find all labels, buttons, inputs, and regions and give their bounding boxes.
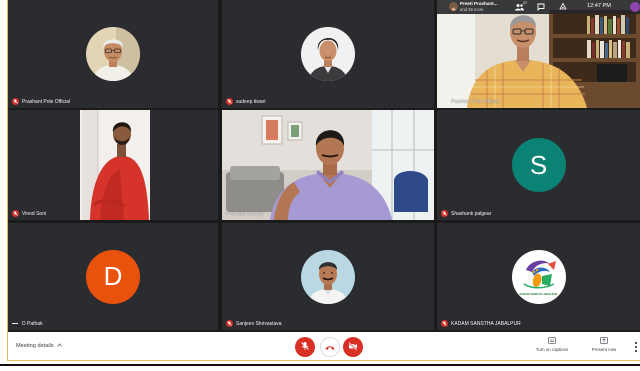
participants-more[interactable]: and 36 more xyxy=(460,7,484,12)
participant-label: Prashant Pole Official xyxy=(12,98,70,105)
participant-avatar xyxy=(301,27,355,81)
meeting-clock: 12:47 PM xyxy=(587,3,611,9)
mic-off-icon xyxy=(441,320,448,327)
leave-call-button[interactable] xyxy=(320,337,340,357)
organization-logo: KADAM SANSTHA JABALPUR xyxy=(511,249,566,304)
participant-label: sudeep tiwari xyxy=(226,98,265,105)
participant-name: KADAM SANSTHA JABALPUR xyxy=(451,320,521,327)
mic-off-icon xyxy=(226,98,233,105)
camera-toggle-button[interactable] xyxy=(343,337,363,357)
participant-tile: Sanjeev Shrivastava xyxy=(222,223,434,330)
participant-label: Prashant pandey xyxy=(226,210,264,217)
present-icon xyxy=(600,337,608,345)
participants-names[interactable]: Preeti Prashant... xyxy=(460,1,498,6)
present-now-button[interactable]: Present now xyxy=(586,337,622,352)
participant-name: D Pathak xyxy=(22,320,43,327)
captions-label: Turn on captions xyxy=(535,347,569,352)
participant-tile: D D Pathak xyxy=(8,223,218,330)
captions-button[interactable]: Turn on captions xyxy=(532,337,572,352)
participant-label: Prashant Pole Official xyxy=(441,98,499,105)
participant-name: Shashank palgear xyxy=(451,210,492,217)
mic-off-icon xyxy=(12,98,19,105)
participant-count: 37 xyxy=(523,1,528,5)
logo-lettering: KADAM SANSTHA JABALPUR xyxy=(519,292,558,296)
participant-name: Prashant pandey xyxy=(226,210,264,217)
participant-initial-avatar: D xyxy=(86,249,140,304)
participant-label: Vinod Soni xyxy=(12,210,46,217)
participant-avatar xyxy=(86,27,140,81)
more-options-icon[interactable] xyxy=(634,340,638,353)
participant-label: D Pathak xyxy=(12,320,43,327)
participant-label: Shashank palgear xyxy=(441,210,491,217)
participant-tile: sudeep tiwari xyxy=(222,0,434,108)
chevron-up-icon xyxy=(56,343,62,349)
participant-grid: Prashant Pole Official sudeep tiwari Pre… xyxy=(8,0,640,332)
participant-name: Prashant Pole Official xyxy=(451,98,499,105)
audio-level-icon xyxy=(12,323,18,324)
mic-toggle-button[interactable] xyxy=(295,337,315,357)
mic-off-icon xyxy=(12,210,19,217)
captions-icon xyxy=(548,337,556,345)
hang-up-icon xyxy=(325,338,335,356)
screen-bottom-edge xyxy=(0,364,640,366)
mic-off-icon xyxy=(300,338,310,356)
participant-video-tile: Vinod Soni xyxy=(8,110,218,220)
participant-initial-avatar: S xyxy=(511,138,566,192)
participant-name: Sanjeev Shrivastava xyxy=(236,320,282,327)
participant-avatar-small xyxy=(449,2,458,11)
participant-video-tile: Prashant pandey xyxy=(222,110,434,220)
participant-avatar xyxy=(301,249,355,304)
present-label: Present now xyxy=(591,347,617,352)
participant-tile: Prashant Pole Official xyxy=(8,0,218,108)
meeting-details-button[interactable]: Meeting details xyxy=(16,343,62,349)
participant-label: Sanjeev Shrivastava xyxy=(226,320,282,327)
self-avatar xyxy=(630,2,640,12)
activities-icon[interactable] xyxy=(558,2,568,12)
meeting-toolbar: Meeting details Turn on captions Present… xyxy=(8,332,640,360)
participant-video xyxy=(80,110,150,220)
participant-name: Vinod Soni xyxy=(22,210,47,217)
participant-video-tile: Preeti Prashant... and 36 more 37 12:47 … xyxy=(437,0,640,108)
participant-name: Prashant Pole Official xyxy=(22,98,70,105)
participants-summary-bar: Preeti Prashant... and 36 more 37 12:47 … xyxy=(437,0,640,14)
participant-tile: S Shashank palgear xyxy=(437,110,640,220)
mic-off-icon xyxy=(441,210,448,217)
camera-off-icon xyxy=(348,338,358,356)
meeting-details-label: Meeting details xyxy=(16,343,54,349)
participant-video xyxy=(437,0,640,108)
mic-off-icon xyxy=(226,320,233,327)
participant-tile: KADAM SANSTHA JABALPUR KADAM SANSTHA JAB… xyxy=(437,223,640,330)
chat-icon[interactable] xyxy=(536,2,546,12)
participant-name: sudeep tiwari xyxy=(236,98,266,105)
participant-video xyxy=(222,110,434,220)
audio-level-icon xyxy=(441,101,447,102)
participant-label: KADAM SANSTHA JABALPUR xyxy=(441,320,521,327)
